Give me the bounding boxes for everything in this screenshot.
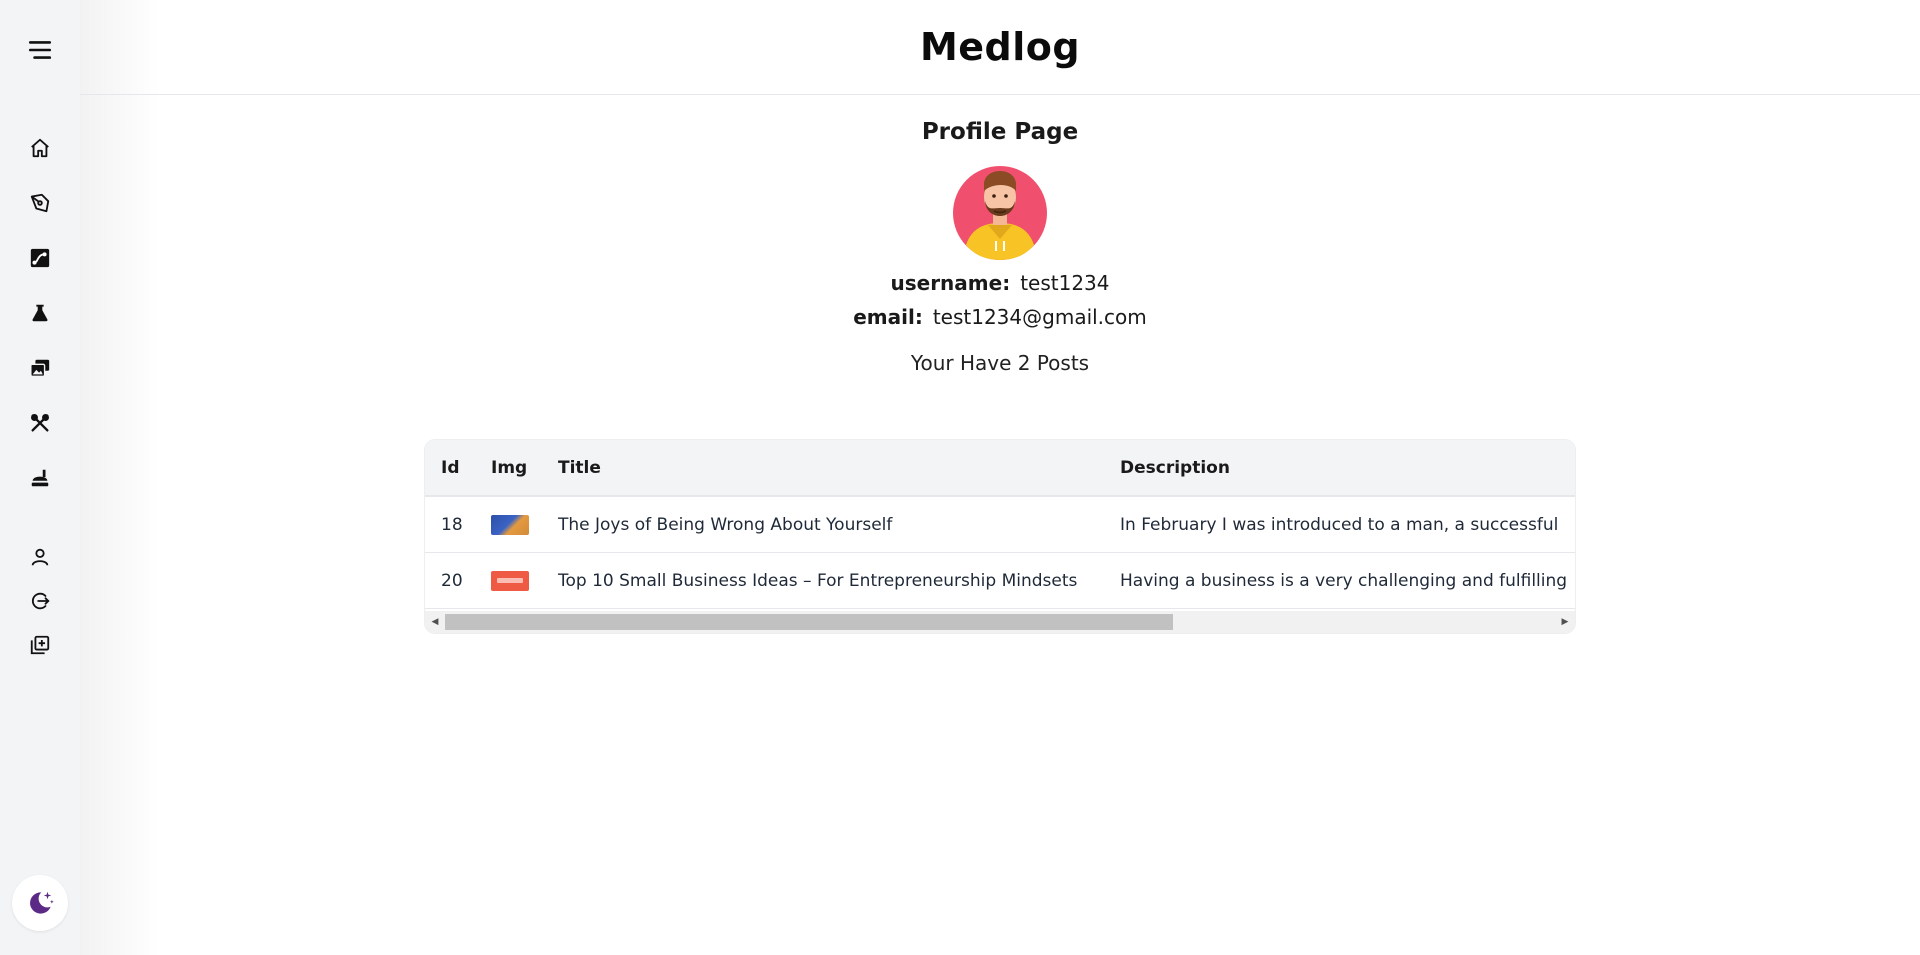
username-label: username: <box>890 271 1011 295</box>
user-icon <box>31 548 49 566</box>
sidebar-item-travel[interactable] <box>20 348 60 388</box>
sidebar-item-home[interactable] <box>20 128 60 168</box>
post-id: 18 <box>441 514 463 535</box>
scrollbar-track[interactable] <box>445 613 1555 631</box>
post-title[interactable]: Top 10 Small Business Ideas – For Entrep… <box>558 571 1120 591</box>
pen-nib-icon <box>30 193 50 213</box>
hamburger-menu-icon <box>28 41 52 59</box>
posts-table: Id Img Title Description 18 The Joys of … <box>425 440 1575 633</box>
email-row: email: test1234@gmail.com <box>853 305 1147 329</box>
logout-icon <box>31 592 50 610</box>
avatar <box>953 166 1047 260</box>
username-value: test1234 <box>1020 271 1110 295</box>
food-icon <box>31 469 49 487</box>
photos-icon <box>30 359 50 377</box>
horizontal-scrollbar[interactable]: ◀ ▶ <box>425 611 1575 633</box>
column-header-img: Img <box>491 457 528 478</box>
post-thumbnail[interactable] <box>491 514 529 535</box>
theme-toggle-button[interactable] <box>12 875 68 931</box>
scrollbar-thumb[interactable] <box>445 614 1173 630</box>
menu-toggle-button[interactable] <box>20 30 60 70</box>
moon-stars-icon <box>30 891 54 914</box>
map-route-icon <box>30 248 50 268</box>
posts-count: Your Have 2 Posts <box>910 351 1090 375</box>
email-label: email: <box>853 305 923 329</box>
column-header-id: Id <box>441 457 460 478</box>
post-description: In February I was introduced to a man, a… <box>1120 514 1559 535</box>
sidebar-item-new-post[interactable] <box>20 625 60 665</box>
post-thumbnail[interactable] <box>491 570 529 591</box>
profile-section: Profile Page username: test1234 email: t… <box>80 95 1920 375</box>
username-row: username: test1234 <box>890 271 1109 295</box>
sidebar-item-food[interactable] <box>20 458 60 498</box>
home-icon <box>31 138 49 158</box>
column-header-title: Title <box>558 457 601 478</box>
top-header: Medlog <box>80 0 1920 95</box>
post-title[interactable]: The Joys of Being Wrong About Yourself <box>558 515 1120 535</box>
post-description: Having a business is a very challenging … <box>1120 570 1568 591</box>
sidebar-item-logout[interactable] <box>20 581 60 621</box>
page-title: Profile Page <box>921 119 1079 145</box>
sidebar-item-tools[interactable] <box>20 403 60 443</box>
sidebar <box>0 0 80 955</box>
tools-icon <box>31 414 49 432</box>
column-header-description: Description <box>1120 457 1230 478</box>
email-value: test1234@gmail.com <box>932 305 1147 329</box>
sidebar-item-recipes[interactable] <box>20 238 60 278</box>
table-row[interactable]: 20 Top 10 Small Business Ideas – For Ent… <box>425 553 1575 609</box>
sidebar-item-write[interactable] <box>20 183 60 223</box>
scroll-right-arrow[interactable]: ▶ <box>1555 611 1575 633</box>
table-row[interactable]: 18 The Joys of Being Wrong About Yoursel… <box>425 497 1575 553</box>
sidebar-item-science[interactable] <box>20 293 60 333</box>
table-header: Id Img Title Description <box>425 440 1575 497</box>
flask-icon <box>32 304 48 322</box>
scroll-left-arrow[interactable]: ◀ <box>425 611 445 633</box>
app-title[interactable]: Medlog <box>920 25 1080 69</box>
add-post-icon <box>30 635 50 655</box>
sidebar-item-profile[interactable] <box>20 537 60 577</box>
post-id: 20 <box>441 570 463 591</box>
